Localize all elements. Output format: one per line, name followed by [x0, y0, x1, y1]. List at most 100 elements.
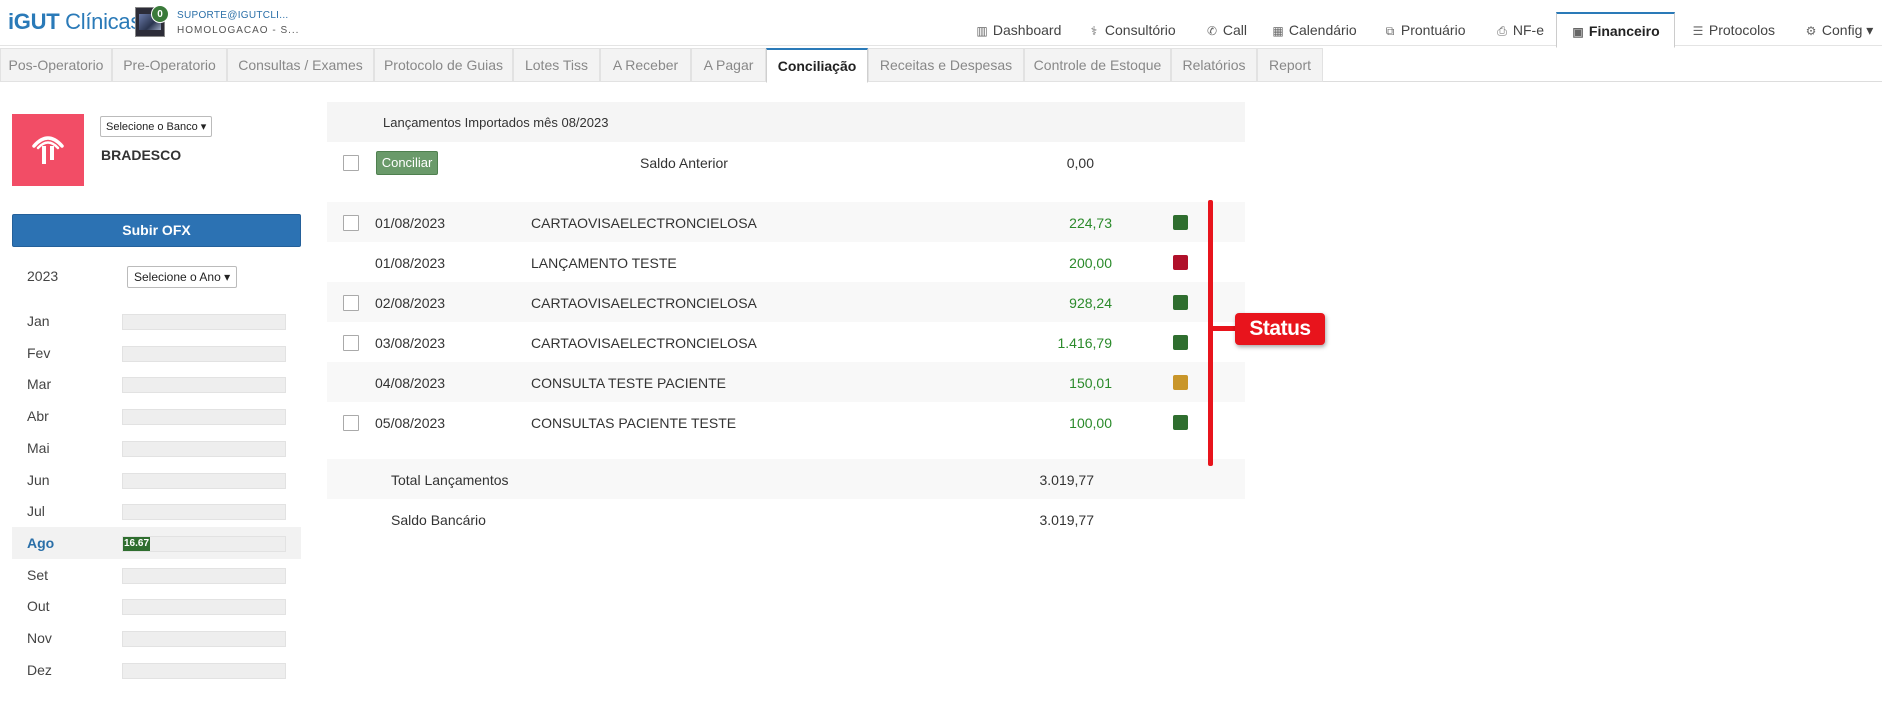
row-date: 01/08/2023 — [375, 215, 446, 231]
month-mai[interactable]: Mai — [12, 432, 301, 464]
status-indicator[interactable] — [1173, 295, 1188, 310]
row-date: 02/08/2023 — [375, 295, 446, 311]
notification-badge[interactable]: 0 — [151, 5, 169, 23]
tab-a-receber[interactable]: A Receber — [600, 48, 691, 82]
month-name: Ago — [27, 534, 55, 551]
tab-consultas-exames[interactable]: Consultas / Exames — [227, 48, 374, 82]
annotation-bracket — [1208, 200, 1213, 466]
status-indicator[interactable] — [1173, 415, 1188, 430]
nav-consult-rio[interactable]: ⚕ Consultório — [1087, 13, 1176, 47]
nav-label: Config — [1818, 22, 1863, 38]
gear-icon: ⚙ — [1805, 24, 1817, 38]
user-email[interactable]: SUPORTE@IGUTCLI... — [177, 10, 289, 21]
tab-receitas-e-despesas[interactable]: Receitas e Despesas — [868, 48, 1024, 82]
nav-label: NF-e — [1509, 22, 1544, 38]
row-description: CARTAOVISAELECTRONCIELOSA — [531, 295, 757, 311]
month-progress-bar — [122, 567, 286, 584]
app-logo[interactable]: iGUT Clínicas — [8, 9, 141, 35]
month-fev[interactable]: Fev — [12, 337, 301, 369]
tab-a-pagar[interactable]: A Pagar — [691, 48, 766, 82]
row-description: CONSULTA TESTE PACIENTE — [531, 375, 727, 391]
bank-logo — [12, 114, 84, 186]
month-ago[interactable]: Ago 16.67 — [12, 526, 301, 559]
month-progress-bar — [122, 631, 286, 647]
tab-protocolo-de-guias[interactable]: Protocolo de Guias — [374, 48, 513, 82]
month-name: Abr — [27, 408, 49, 425]
month-name: Mai — [27, 439, 50, 456]
month-mar[interactable]: Mar — [12, 368, 301, 400]
month-jan[interactable]: Jan — [12, 305, 301, 337]
tab-lotes-tiss[interactable]: Lotes Tiss — [513, 48, 600, 82]
nav-protocolos[interactable]: ☰ Protocolos — [1691, 13, 1775, 47]
conciliar-button[interactable]: Conciliar — [376, 151, 438, 175]
nav-label: Protocolos — [1705, 22, 1776, 38]
nav-financeiro[interactable]: ▣ Financeiro — [1556, 12, 1675, 48]
month-set[interactable]: Set — [12, 559, 301, 591]
tab-pre-operatorio[interactable]: Pre-Operatorio — [112, 48, 227, 82]
month-name: Jan — [27, 313, 50, 329]
tab-controle-de-estoque[interactable]: Controle de Estoque — [1024, 48, 1171, 82]
table-row: 05/08/2023 CONSULTAS PACIENTE TESTE 100,00 — [327, 402, 1245, 442]
saldo-bancario-value: 3.019,77 — [1039, 512, 1095, 528]
month-nov[interactable]: Nov — [12, 622, 301, 654]
status-indicator[interactable] — [1173, 255, 1188, 270]
table-row: 01/08/2023 LANÇAMENTO TESTE 200,00 — [327, 242, 1245, 282]
nav-config[interactable]: ⚙ Config ▾ — [1804, 13, 1874, 47]
month-jun[interactable]: Jun — [12, 464, 301, 496]
row-description: LANÇAMENTO TESTE — [531, 255, 677, 271]
saldo-anterior-value: 0,00 — [1066, 155, 1094, 171]
month-dez[interactable]: Dez — [12, 654, 301, 686]
month-out[interactable]: Out — [12, 590, 301, 622]
month-name: Jun — [27, 471, 50, 488]
saldo-anterior-row: Conciliar Saldo Anterior 0,00 — [327, 142, 1245, 182]
month-progress-bar — [122, 345, 286, 362]
saldo-anterior-label: Saldo Anterior — [640, 155, 728, 171]
nav-label: Financeiro — [1585, 23, 1660, 39]
sub-tabs: Pos-Operatorio Pre-Operatorio Consultas / … — [0, 48, 1882, 83]
month-name: Mar — [27, 376, 52, 393]
copy-icon: ⧉ — [1385, 24, 1395, 38]
status-indicator[interactable] — [1173, 375, 1188, 390]
row-date: 03/08/2023 — [375, 335, 446, 351]
bank-select[interactable]: Selecione o Banco ▾ — [100, 116, 213, 137]
nav-nf-e[interactable]: ⎙ NF-e — [1495, 13, 1544, 47]
status-indicator[interactable] — [1173, 215, 1188, 230]
row-date: 04/08/2023 — [375, 375, 446, 391]
tab-relat-rios[interactable]: Relatórios — [1171, 48, 1257, 82]
nav-call[interactable]: ✆ Call — [1205, 13, 1247, 47]
year-select[interactable]: Selecione o Ano ▾ — [127, 266, 238, 288]
nav-label: Prontuário — [1397, 22, 1466, 38]
month-abr[interactable]: Abr — [12, 400, 301, 432]
table-row: 02/08/2023 CARTAOVISAELECTRONCIELOSA 928,2… — [327, 282, 1245, 322]
status-indicator[interactable] — [1173, 335, 1188, 350]
tab-report[interactable]: Report — [1257, 48, 1323, 82]
month-jul[interactable]: Jul — [12, 495, 301, 527]
bar-chart-icon: ▥ — [976, 24, 988, 38]
bank-name: BRADESCO — [101, 147, 182, 163]
row-checkbox[interactable] — [343, 335, 359, 351]
nav-dashboard[interactable]: ▥ Dashboard — [975, 13, 1061, 47]
table-header: Lançamentos Importados mês 08/2023 — [327, 102, 1245, 142]
saldo-bancario-row: Saldo Bancário 3.019,77 — [327, 499, 1245, 539]
nav-calend-rio[interactable]: ▦ Calendário — [1271, 13, 1356, 47]
month-progress-bar — [122, 472, 286, 489]
tab-concilia-o[interactable]: Conciliação — [766, 48, 868, 83]
row-description: CARTAOVISAELECTRONCIELOSA — [531, 215, 757, 231]
month-progress-bar — [122, 599, 286, 616]
select-all-checkbox[interactable] — [343, 155, 359, 171]
row-checkbox[interactable] — [343, 295, 359, 311]
month-progress-fill: 16.67 — [123, 536, 150, 551]
month-progress-bar: 16.67 — [122, 535, 286, 552]
row-value: 100,00 — [1069, 415, 1112, 431]
tab-pos-operatorio[interactable]: Pos-Operatorio — [0, 48, 112, 82]
annotation-tick — [1210, 326, 1238, 331]
nav-prontu-rio[interactable]: ⧉ Prontuário — [1383, 13, 1466, 47]
row-checkbox[interactable] — [343, 215, 359, 231]
nav-label: Dashboard — [989, 22, 1062, 38]
row-checkbox[interactable] — [343, 415, 359, 431]
row-value: 1.416,79 — [1057, 335, 1113, 351]
upload-ofx-button[interactable]: Subir OFX — [12, 214, 301, 247]
row-value: 224,73 — [1069, 215, 1112, 231]
row-date: 05/08/2023 — [375, 415, 446, 431]
money-icon: ▣ — [1572, 25, 1584, 39]
